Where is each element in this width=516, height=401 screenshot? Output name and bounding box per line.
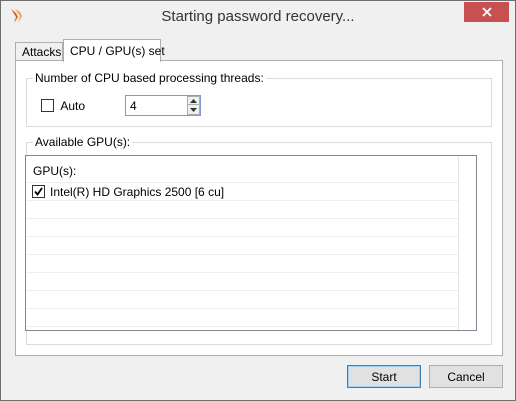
tab-attacks[interactable]: Attacks [15,42,63,62]
cpu-threads-group: Number of CPU based processing threads: … [26,71,492,127]
cancel-button[interactable]: Cancel [429,365,503,388]
list-item-empty [26,237,458,255]
gpu-list-item[interactable]: Intel(R) HD Graphics 2500 [6 cu] [26,183,458,201]
threads-value[interactable]: 4 [130,99,137,113]
spin-up-button[interactable] [187,96,200,105]
tab-cpu-gpu-set[interactable]: CPU / GPU(s) set [63,39,165,62]
list-item-empty [26,201,458,219]
auto-checkbox[interactable] [41,99,54,113]
gpu-item-checkbox[interactable] [32,185,45,198]
cpu-threads-group-title: Number of CPU based processing threads: [33,71,266,85]
close-button[interactable] [464,2,509,22]
list-item-empty [26,291,458,309]
dialog-window: Starting password recovery... Attacks CP… [0,0,516,401]
window-title: Starting password recovery... [161,8,355,25]
close-icon [481,7,492,17]
spin-down-button[interactable] [187,105,200,115]
list-item-empty [26,309,458,327]
arrow-down-icon [190,107,197,112]
list-item-empty [26,273,458,291]
available-gpus-group-title: Available GPU(s): [33,135,133,149]
threads-spinbox[interactable]: 4 [125,95,201,116]
list-item-empty [26,219,458,237]
start-button[interactable]: Start [347,365,421,388]
gpu-list[interactable]: GPU(s): Intel(R) HD Graphics 2500 [6 cu] [25,155,477,331]
list-item-empty [26,255,458,273]
arrow-up-icon [190,98,197,103]
gpu-list-header: GPU(s): [33,164,77,178]
list-column-divider [458,156,459,330]
gpu-item-label: Intel(R) HD Graphics 2500 [6 cu] [50,185,225,199]
title-bar[interactable]: Starting password recovery... [1,1,515,31]
checkmark-icon [34,187,43,196]
auto-label: Auto [60,98,86,113]
auto-checkbox-row[interactable]: Auto [41,98,85,113]
